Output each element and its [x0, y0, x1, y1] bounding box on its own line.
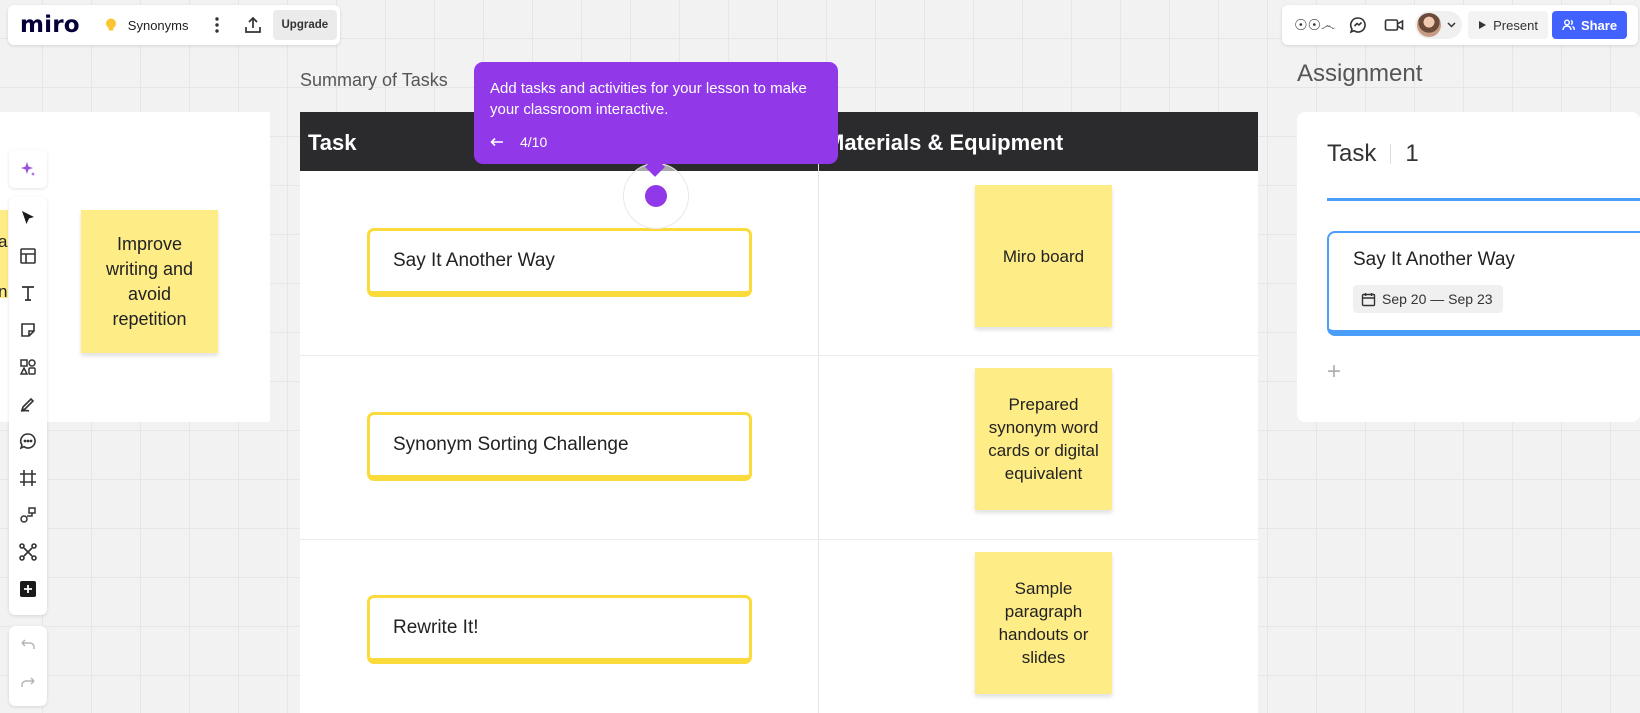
- assignment-progress-line: [1327, 198, 1640, 201]
- video-icon[interactable]: [1381, 12, 1407, 38]
- play-icon: [1479, 21, 1487, 29]
- share-label: Share: [1580, 17, 1618, 33]
- task-title: Rewrite It!: [393, 617, 479, 638]
- frame-icon[interactable]: [16, 466, 40, 490]
- text-icon[interactable]: [16, 281, 40, 305]
- tooltip-step: 4/10: [520, 134, 548, 150]
- row-divider: [300, 355, 1258, 356]
- board-toolbar: miro Synonyms Upgrade: [8, 5, 340, 45]
- diagram-icon[interactable]: [16, 503, 40, 527]
- avatar: [1417, 13, 1442, 37]
- summary-title: Summary of Tasks: [300, 70, 448, 90]
- partial-text: a: [0, 232, 8, 251]
- task-title: Say It Another Way: [393, 250, 555, 271]
- miro-logo[interactable]: miro: [20, 12, 80, 38]
- assignment-task-header: Task 1: [1327, 140, 1419, 168]
- select-icon[interactable]: [16, 207, 40, 231]
- collab-toolbar: ☉☉෴ Present Share: [1282, 5, 1638, 45]
- share-button[interactable]: Share: [1551, 11, 1628, 39]
- upload-icon[interactable]: [241, 13, 265, 37]
- column-divider: [818, 112, 819, 713]
- kebab-menu-icon[interactable]: [207, 13, 227, 37]
- add-task-button[interactable]: +: [1327, 358, 1341, 386]
- sticky-note-text: Improve writing and avoid repetition: [105, 233, 194, 329]
- sticky-note-icon[interactable]: [16, 318, 40, 342]
- date-range: Sep 20 — Sep 23: [1382, 291, 1493, 307]
- column-header-task: Task: [308, 130, 357, 155]
- shapes-icon[interactable]: [16, 355, 40, 379]
- pen-icon[interactable]: [16, 392, 40, 416]
- assignment-title: Assignment: [1297, 60, 1423, 87]
- sticky-note-text: Sample paragraph handouts or slides: [998, 579, 1089, 667]
- present-label: Present: [1493, 17, 1538, 33]
- present-button[interactable]: Present: [1468, 11, 1548, 39]
- people-icon: [1562, 19, 1575, 31]
- task-title: Synonym Sorting Challenge: [393, 434, 629, 455]
- materials-sticky-note[interactable]: Sample paragraph handouts or slides: [975, 552, 1112, 694]
- tool-palette: [9, 197, 47, 615]
- chat-icon[interactable]: [1345, 12, 1371, 38]
- materials-sticky-note[interactable]: Prepared synonym word cards or digital e…: [975, 368, 1112, 510]
- divider: [1390, 144, 1392, 164]
- tooltip-text: Add tasks and activities for your lesson…: [490, 80, 807, 118]
- task-card[interactable]: Synonym Sorting Challenge: [367, 412, 752, 481]
- reactions-icon[interactable]: ☉☉෴: [1294, 16, 1335, 34]
- history-palette: [9, 626, 47, 706]
- user-menu[interactable]: [1415, 11, 1463, 39]
- board-name[interactable]: Synonyms: [128, 18, 189, 33]
- assignment-item[interactable]: Say It Another Way Sep 20 — Sep 23: [1327, 231, 1640, 336]
- undo-icon[interactable]: [16, 632, 40, 656]
- upgrade-button[interactable]: Upgrade: [272, 10, 338, 40]
- row-divider: [300, 539, 1258, 540]
- more-apps-icon[interactable]: [16, 577, 40, 601]
- sticky-note[interactable]: Improve writing and avoid repetition: [81, 210, 218, 353]
- back-arrow-icon[interactable]: [490, 132, 504, 153]
- chevron-down-icon: [1447, 22, 1456, 28]
- sticky-note-text: Miro board: [1002, 246, 1085, 266]
- partial-text: n: [0, 282, 8, 301]
- ai-sparkle-button[interactable]: [9, 150, 47, 188]
- comment-icon[interactable]: [16, 429, 40, 453]
- column-header-materials: Materials & Equipment: [826, 130, 1064, 155]
- hotspot-dot[interactable]: [645, 185, 667, 207]
- task-card[interactable]: Rewrite It!: [367, 595, 752, 664]
- task-count: 1: [1405, 140, 1419, 167]
- onboarding-tooltip: Add tasks and activities for your lesson…: [474, 62, 838, 164]
- task-label: Task: [1327, 140, 1377, 167]
- templates-icon[interactable]: [16, 244, 40, 268]
- assignment-item-title: Say It Another Way: [1353, 249, 1515, 270]
- ai-sparkle-icon: [21, 162, 35, 176]
- mindmap-icon[interactable]: [16, 540, 40, 564]
- calendar-icon: [1361, 292, 1376, 306]
- sticky-note-text: Prepared synonym word cards or digital e…: [988, 395, 1099, 483]
- date-chip[interactable]: Sep 20 — Sep 23: [1353, 285, 1503, 313]
- materials-sticky-note[interactable]: Miro board: [975, 185, 1112, 327]
- task-card[interactable]: Say It Another Way: [367, 228, 752, 297]
- lightbulb-icon: [105, 18, 116, 31]
- redo-icon[interactable]: [16, 670, 40, 694]
